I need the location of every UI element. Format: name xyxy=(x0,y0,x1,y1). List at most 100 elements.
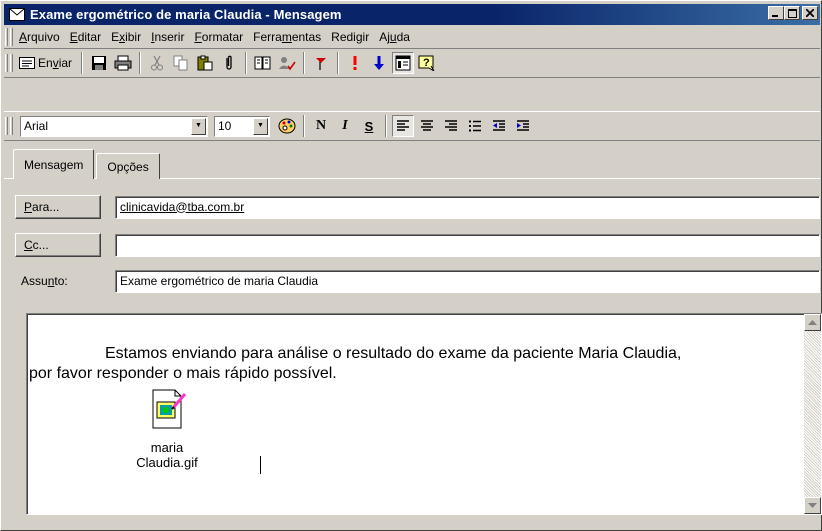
address-book-icon xyxy=(254,56,271,70)
separator xyxy=(337,52,340,74)
message-text[interactable]: Estamos enviando para análise o resultad… xyxy=(29,344,781,384)
scissors-icon xyxy=(151,55,164,71)
font-color-button[interactable] xyxy=(276,115,298,137)
outdent-icon xyxy=(493,120,505,131)
cc-row: Cc... xyxy=(15,233,820,257)
maximize-button[interactable] xyxy=(784,6,800,20)
font-size-select[interactable]: 10 ▼ xyxy=(214,115,270,137)
check-names-icon xyxy=(279,57,296,71)
menu-grip[interactable] xyxy=(10,28,13,46)
subject-label: Assunto: xyxy=(21,274,68,288)
indent-icon xyxy=(517,120,529,131)
print-button[interactable] xyxy=(112,52,134,74)
separator xyxy=(81,52,84,74)
help-button[interactable]: ? xyxy=(416,52,438,74)
check-names-button[interactable] xyxy=(276,52,298,74)
exclamation-icon xyxy=(353,56,357,70)
standard-toolbar: Enviar ? xyxy=(4,48,820,78)
align-right-button[interactable] xyxy=(440,115,462,137)
cc-button[interactable]: Cc... xyxy=(15,233,101,257)
printer-icon xyxy=(114,55,132,71)
to-button-label: Para... xyxy=(24,200,60,214)
options-button[interactable] xyxy=(392,52,415,74)
attach-button[interactable] xyxy=(218,52,240,74)
subject-row: Assunto: Exame ergométrico de maria Clau… xyxy=(15,269,820,293)
help-icon: ? xyxy=(418,55,435,71)
envelope-icon xyxy=(9,8,25,21)
toolbar-grip[interactable] xyxy=(5,54,8,72)
menu-ajuda[interactable]: Ajuda xyxy=(374,28,415,46)
flag-icon xyxy=(316,58,327,70)
italic-button[interactable]: I xyxy=(334,115,356,137)
copy-button[interactable] xyxy=(170,52,192,74)
tab-strip: Mensagem Opções xyxy=(13,149,162,179)
separator xyxy=(303,115,305,137)
chevron-down-icon[interactable]: ▼ xyxy=(191,117,206,135)
formatting-toolbar: Arial ▼ 10 ▼ N I S xyxy=(4,111,820,141)
send-button[interactable]: Enviar xyxy=(15,52,76,74)
message-window: Exame ergométrico de maria Claudia - Men… xyxy=(0,0,822,531)
align-left-button[interactable] xyxy=(392,115,414,137)
cc-field[interactable] xyxy=(115,233,820,257)
separator xyxy=(385,115,387,137)
address-book-button[interactable] xyxy=(252,52,274,74)
align-left-icon xyxy=(397,120,409,131)
menu-redigir[interactable]: Redigir xyxy=(326,28,374,46)
cc-button-label: Cc... xyxy=(24,238,49,252)
high-priority-button[interactable] xyxy=(344,52,366,74)
tab-opcoes[interactable]: Opções xyxy=(96,153,160,179)
to-button[interactable]: Para... xyxy=(15,195,101,219)
menu-editar[interactable]: Editar xyxy=(65,28,106,46)
font-select[interactable]: Arial ▼ xyxy=(20,115,208,137)
separator xyxy=(245,52,248,74)
menu-exibir[interactable]: Exibir xyxy=(106,28,146,46)
toolbar-grip[interactable] xyxy=(10,54,13,72)
menu-formatar[interactable]: Formatar xyxy=(189,28,248,46)
bold-button[interactable]: N xyxy=(310,115,332,137)
underline-button[interactable]: S xyxy=(358,115,380,137)
save-button[interactable] xyxy=(88,52,110,74)
low-priority-button[interactable] xyxy=(368,52,390,74)
toolbar-grip[interactable] xyxy=(5,117,8,135)
minimize-icon xyxy=(772,15,778,17)
vertical-scrollbar[interactable] xyxy=(804,314,821,514)
to-field[interactable]: clinicavida@tba.com.br xyxy=(115,195,820,219)
down-arrow-icon xyxy=(374,56,385,70)
bullets-button[interactable] xyxy=(464,115,486,137)
scroll-up-button[interactable] xyxy=(804,314,821,331)
close-icon xyxy=(806,9,814,17)
text-cursor xyxy=(260,456,261,474)
cut-button[interactable] xyxy=(146,52,168,74)
window-title: Exame ergométrico de maria Claudia - Men… xyxy=(30,7,342,22)
to-value[interactable]: clinicavida@tba.com.br xyxy=(120,200,244,214)
maximize-icon xyxy=(787,8,797,18)
chevron-down-icon[interactable]: ▼ xyxy=(253,117,268,135)
close-button[interactable] xyxy=(802,6,818,20)
toolbar-grip[interactable] xyxy=(10,117,13,135)
attachment[interactable]: maria Claudia.gif xyxy=(122,388,212,470)
floppy-disk-icon xyxy=(92,56,107,70)
decrease-indent-button[interactable] xyxy=(488,115,510,137)
arrow-up-icon xyxy=(808,320,817,325)
paperclip-icon xyxy=(226,55,232,70)
increase-indent-button[interactable] xyxy=(512,115,534,137)
title-bar[interactable]: Exame ergométrico de maria Claudia - Men… xyxy=(4,4,820,25)
menu-arquivo[interactable]: Arquivo xyxy=(14,28,65,46)
align-right-icon xyxy=(445,120,457,131)
menu-inserir[interactable]: Inserir xyxy=(146,28,189,46)
font-size-value: 10 xyxy=(218,118,232,133)
message-body[interactable]: Estamos enviando para análise o resultad… xyxy=(26,313,822,515)
align-center-button[interactable] xyxy=(416,115,438,137)
menu-bar: Arquivo Editar Exibir Inserir Formatar F… xyxy=(4,27,820,47)
subject-field[interactable]: Exame ergométrico de maria Claudia xyxy=(115,269,820,293)
send-label: Enviar xyxy=(38,56,73,70)
flag-button[interactable] xyxy=(310,52,332,74)
palette-icon xyxy=(278,118,296,134)
paste-button[interactable] xyxy=(194,52,216,74)
tab-mensagem[interactable]: Mensagem xyxy=(13,149,95,179)
menu-ferramentas[interactable]: Ferramentas xyxy=(248,28,326,46)
image-file-icon xyxy=(147,388,187,430)
menu-grip[interactable] xyxy=(5,28,8,46)
scroll-down-button[interactable] xyxy=(804,497,821,514)
minimize-button[interactable] xyxy=(768,6,784,20)
